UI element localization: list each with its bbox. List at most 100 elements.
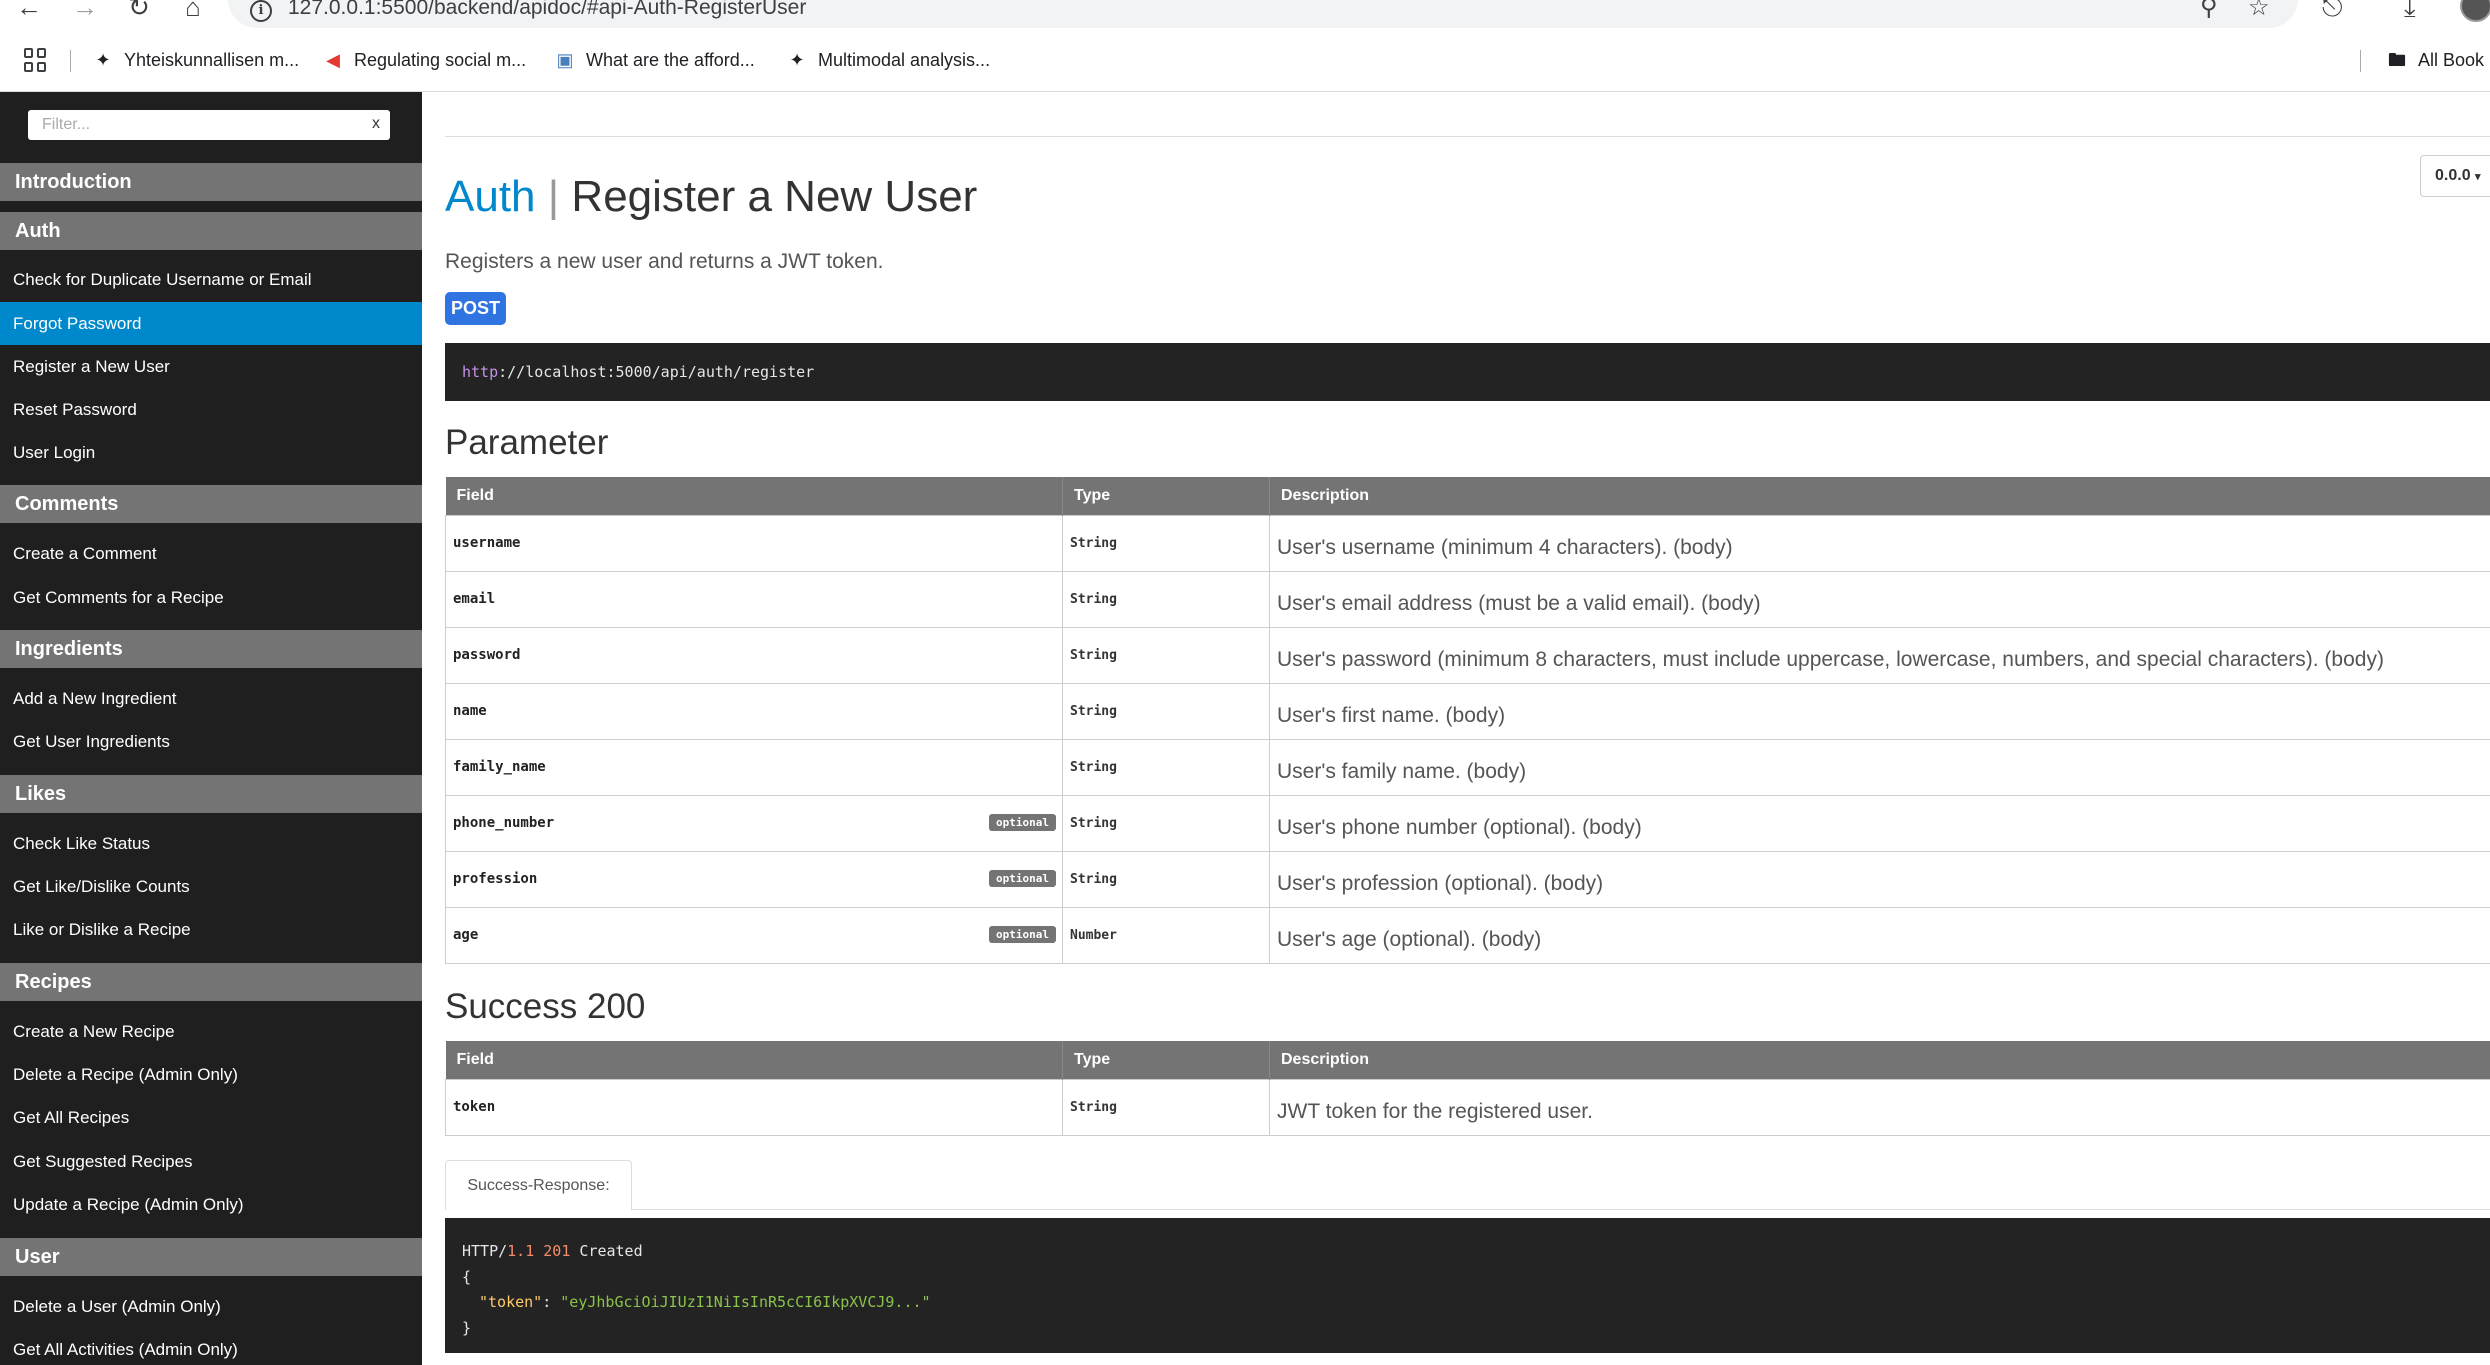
page-title: Auth | Register a New User	[445, 172, 977, 222]
address-bar[interactable]: i 127.0.0.1:5500/backend/apidoc/#api-Aut…	[228, 0, 2298, 28]
optional-badge: optional	[989, 813, 1056, 831]
code-protocol: HTTP/	[462, 1242, 508, 1260]
field-type: String	[1062, 1078, 1270, 1136]
bookmark-label: Multimodal analysis...	[818, 50, 991, 70]
nav-item-delete-recipe[interactable]: Delete a Recipe (Admin Only)	[0, 1053, 422, 1096]
field-name: phone_number	[453, 815, 555, 831]
bookmark-label: Yhteiskunnallisen m...	[124, 50, 300, 70]
field-name: family_name	[445, 738, 1063, 796]
field-description: User's username (minimum 4 characters). …	[1269, 514, 2490, 572]
nav-header-user[interactable]: User	[0, 1238, 422, 1276]
success-table: Field Type Description token String JWT …	[445, 1041, 2490, 1136]
bookmark-label: Regulating social m...	[354, 50, 527, 70]
apps-grid-icon[interactable]	[24, 48, 48, 72]
nav-item-get-recipes[interactable]: Get All Recipes	[0, 1096, 422, 1139]
endpoint-url-box: http://localhost:5000/api/auth/register	[445, 343, 2490, 401]
code-line: }	[462, 1318, 472, 1337]
title-separator: |	[547, 172, 560, 221]
table-row: age optional Number User's age (optional)…	[445, 906, 2490, 964]
success-section-title: Success 200	[445, 987, 646, 1026]
nav-header-likes[interactable]: Likes	[0, 775, 422, 813]
nav-header-comments[interactable]: Comments	[0, 485, 422, 523]
nav-header-recipes[interactable]: Recipes	[0, 963, 422, 1001]
nav-item-register-user[interactable]: Register a New User	[0, 345, 422, 388]
nav-header-auth[interactable]: Auth	[0, 212, 422, 250]
nav-item-get-activities[interactable]: Get All Activities (Admin Only)	[0, 1328, 422, 1365]
bookmark-item[interactable]: ▣ What are the afford...	[554, 46, 754, 74]
field-description: User's phone number (optional). (body)	[1269, 794, 2490, 852]
field-type: String	[1062, 794, 1270, 852]
field-description: User's first name. (body)	[1269, 682, 2490, 740]
field-type: Number	[1062, 906, 1270, 964]
nav-item-like-recipe[interactable]: Like or Dislike a Recipe	[0, 908, 422, 951]
table-header-row: Field Type Description	[445, 477, 2490, 515]
title-endpoint-name: Register a New User	[571, 172, 978, 221]
field-cell: profession optional	[445, 850, 1063, 908]
back-icon[interactable]: ←	[14, 0, 44, 22]
profile-avatar[interactable]	[2460, 0, 2490, 22]
bookmarks-divider	[2360, 50, 2361, 72]
bookmark-item[interactable]: ✦ Yhteiskunnallisen m...	[92, 46, 299, 74]
nav-item-get-comments[interactable]: Get Comments for a Recipe	[0, 576, 422, 619]
site-info-icon[interactable]: i	[250, 0, 272, 22]
column-header-description: Description	[1269, 477, 2490, 515]
optional-badge: optional	[989, 925, 1056, 943]
column-header-type: Type	[1062, 477, 1270, 515]
table-header-row: Field Type Description	[445, 1041, 2490, 1079]
reload-icon[interactable]: ↻	[124, 0, 154, 22]
code-status: 201	[543, 1242, 571, 1260]
field-type: String	[1062, 626, 1270, 684]
bird-icon: ✦	[95, 50, 111, 70]
nav-item-update-recipe[interactable]: Update a Recipe (Admin Only)	[0, 1183, 422, 1226]
bookmark-item[interactable]: ✦ Multimodal analysis...	[786, 46, 990, 74]
nav-item-add-ingredient[interactable]: Add a New Ingredient	[0, 677, 422, 720]
version-label: 0.0.0	[2435, 167, 2471, 184]
field-name: token	[445, 1078, 1063, 1136]
nav-item-get-ingredients[interactable]: Get User Ingredients	[0, 720, 422, 763]
field-description: User's family name. (body)	[1269, 738, 2490, 796]
bookmark-star-icon[interactable]: ☆	[2248, 0, 2270, 20]
parameter-table: Field Type Description username String U…	[445, 477, 2490, 964]
filter-input[interactable]	[28, 110, 358, 140]
field-description: User's password (minimum 8 characters, m…	[1269, 626, 2490, 684]
field-cell: age optional	[445, 906, 1063, 964]
column-header-description: Description	[1269, 1041, 2490, 1079]
url-text[interactable]: 127.0.0.1:5500/backend/apidoc/#api-Auth-…	[288, 0, 806, 20]
field-description: User's email address (must be a valid em…	[1269, 570, 2490, 628]
filter-clear-button[interactable]: x	[372, 115, 380, 133]
bookmark-item[interactable]: ◀ Regulating social m...	[322, 46, 526, 74]
nav-item-delete-user[interactable]: Delete a User (Admin Only)	[0, 1285, 422, 1328]
nav-item-reset-password[interactable]: Reset Password	[0, 388, 422, 431]
nav-item-like-counts[interactable]: Get Like/Dislike Counts	[0, 865, 422, 908]
nav-item-suggested-recipes[interactable]: Get Suggested Recipes	[0, 1140, 422, 1183]
nav-header-introduction[interactable]: Introduction	[0, 163, 422, 201]
version-dropdown[interactable]: 0.0.0 ▾	[2420, 155, 2490, 197]
extensions-icon[interactable]: ⎋	[2322, 0, 2343, 20]
nav-item-create-comment[interactable]: Create a Comment	[0, 532, 422, 575]
column-header-type: Type	[1062, 1041, 1270, 1079]
field-name: name	[445, 682, 1063, 740]
code-line: HTTP/1.1 201 Created	[462, 1239, 2473, 1265]
download-icon[interactable]: ⤓	[2404, 0, 2416, 20]
nav-item-forgot-password[interactable]: Forgot Password	[0, 302, 422, 345]
title-group: Auth	[445, 172, 536, 221]
column-header-field: Field	[445, 477, 1063, 515]
nav-item-check-like-status[interactable]: Check Like Status	[0, 822, 422, 865]
all-bookmarks-button[interactable]: 🖿 All Book	[2386, 46, 2484, 74]
tab-success-response[interactable]: Success-Response:	[445, 1160, 632, 1210]
forward-icon[interactable]: →	[70, 0, 100, 22]
nav-item-user-login[interactable]: User Login	[0, 431, 422, 474]
method-badge: POST	[445, 292, 507, 325]
code-key: "token"	[479, 1293, 543, 1311]
nav-item-create-recipe[interactable]: Create a New Recipe	[0, 1010, 422, 1053]
red-arrow-icon: ◀	[326, 50, 340, 70]
zoom-icon[interactable]: ⚲	[2200, 0, 2218, 20]
table-row: token String JWT token for the registere…	[445, 1078, 2490, 1136]
nav-header-ingredients[interactable]: Ingredients	[0, 630, 422, 668]
nav-item-check-duplicate[interactable]: Check for Duplicate Username or Email	[0, 258, 422, 301]
field-name: username	[445, 514, 1063, 572]
bookmarks-divider	[70, 50, 71, 72]
home-icon[interactable]: ⌂	[178, 0, 208, 22]
endpoint-protocol: http	[462, 363, 499, 381]
optional-badge: optional	[989, 869, 1056, 887]
